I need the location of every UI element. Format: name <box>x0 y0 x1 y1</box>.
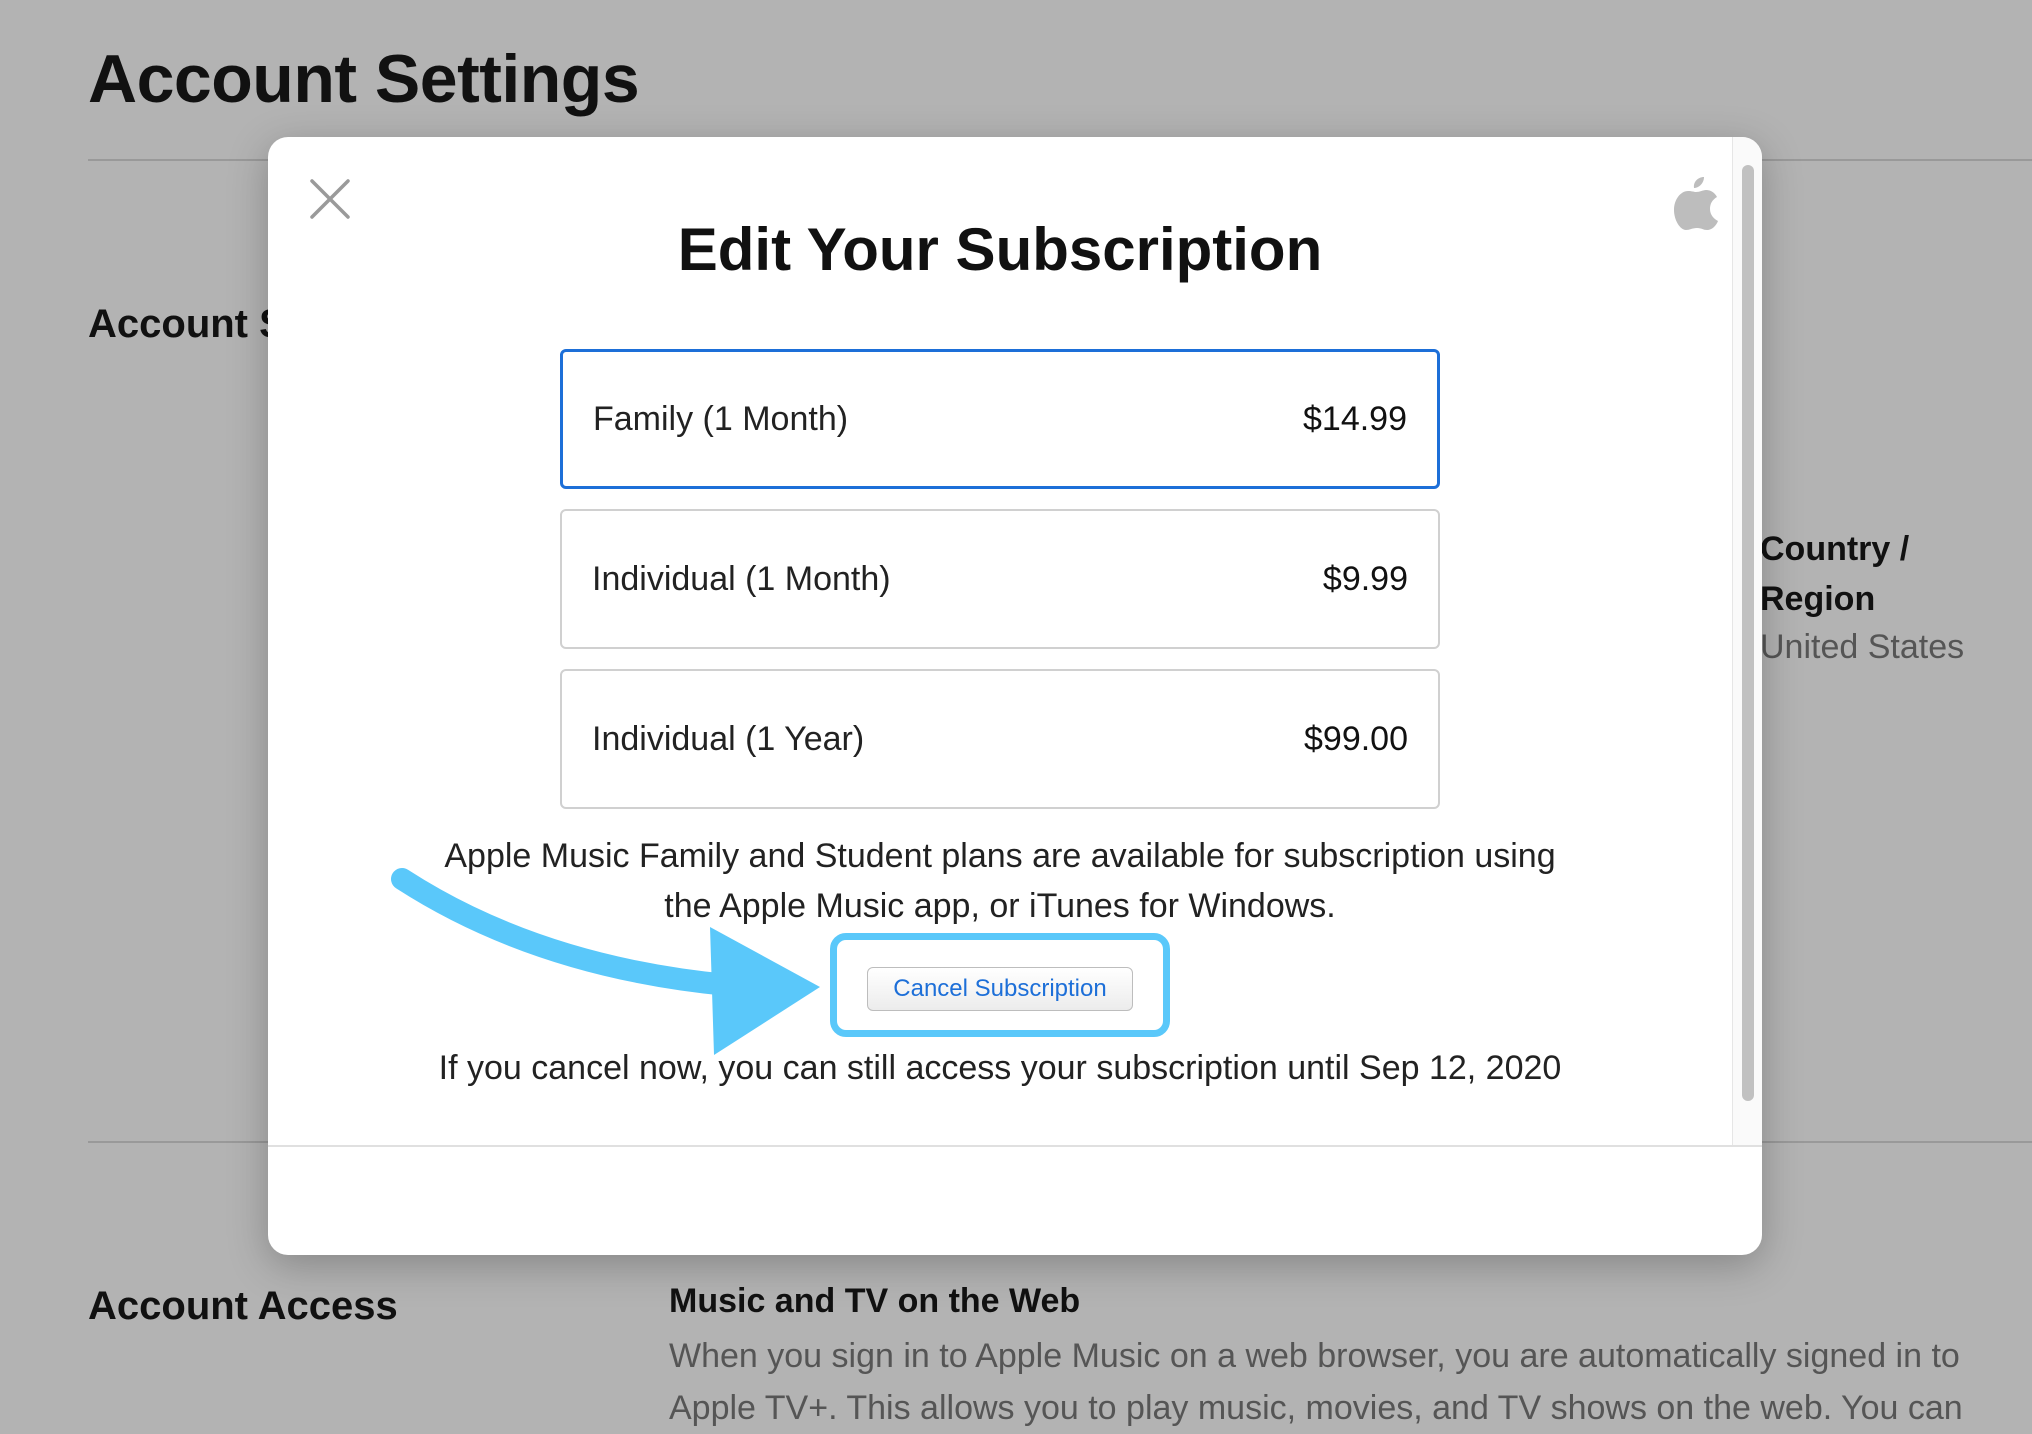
account-summary-label: Account S <box>88 302 286 346</box>
cancel-subscription-button[interactable]: Cancel Subscription <box>867 967 1133 1011</box>
plan-name: Family (1 Month) <box>593 399 849 438</box>
country-region-value: United States <box>1760 628 1965 666</box>
dialog-title: Edit Your Subscription <box>677 216 1323 283</box>
plan-option-individual-monthly[interactable]: Individual (1 Month) $9.99 <box>560 509 1440 649</box>
plan-name: Individual (1 Year) <box>592 719 865 758</box>
plan-name: Individual (1 Month) <box>592 559 891 598</box>
plan-price: $14.99 <box>1303 399 1407 438</box>
page-title: Account Settings <box>88 41 640 117</box>
dialog-footer-divider <box>268 1145 1762 1147</box>
country-region-label: Country / Region <box>1760 530 1910 618</box>
plan-price: $9.99 <box>1322 559 1408 598</box>
cancel-note-text: If you cancel now, you can still access … <box>438 1049 1562 1087</box>
scrollbar-thumb[interactable] <box>1742 165 1754 1101</box>
edit-subscription-dialog: Edit Your Subscription Family (1 Month) … <box>268 137 1762 1255</box>
plan-option-family-monthly[interactable]: Family (1 Month) $14.99 <box>560 349 1440 489</box>
plan-option-individual-yearly[interactable]: Individual (1 Year) $99.00 <box>560 669 1440 809</box>
plan-list: Family (1 Month) $14.99 Individual (1 Mo… <box>560 349 1440 829</box>
plan-price: $99.00 <box>1304 719 1408 758</box>
account-access-label: Account Access <box>88 1284 398 1328</box>
music-tv-web-description: When you sign in to Apple Music on a web… <box>669 1337 1963 1427</box>
music-tv-web-title: Music and TV on the Web <box>669 1282 1081 1320</box>
